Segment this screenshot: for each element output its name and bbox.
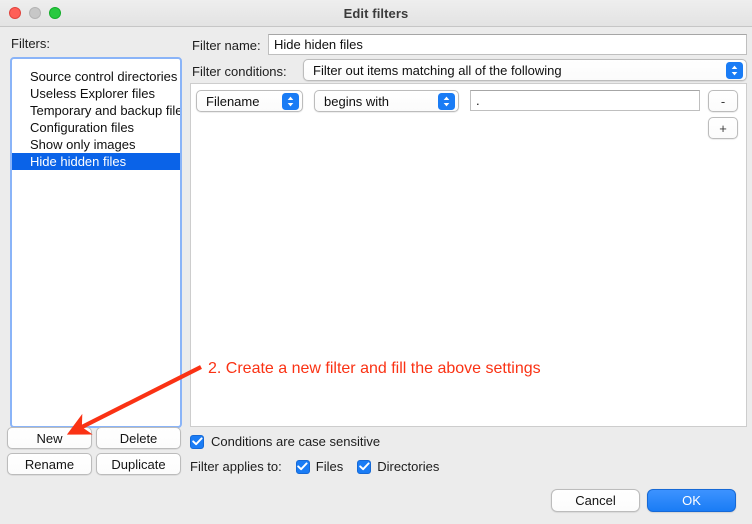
annotation-text: 2. Create a new filter and fill the abov… [208,360,541,377]
new-filter-button[interactable]: New [7,427,92,449]
filter-conditions-select[interactable]: Filter out items matching all of the fol… [303,59,747,81]
filter-conditions-label: Filter conditions: [192,64,287,79]
applies-to-row: Filter applies to: Files Directories [190,459,439,474]
applies-to-files[interactable]: Files [295,459,344,474]
edit-filters-dialog: Edit filters Filters: Source control dir… [0,0,752,524]
directories-checkbox[interactable] [357,459,372,474]
delete-filter-button[interactable]: Delete [96,427,181,449]
list-item[interactable]: Temporary and backup files [12,102,180,119]
title-bar: Edit filters [0,0,752,27]
condition-operator-value: begins with [324,93,390,109]
list-item[interactable]: Show only images [12,136,180,153]
ok-button[interactable]: OK [647,489,736,512]
add-condition-button[interactable]: + [708,117,738,139]
chevron-updown-icon [438,93,455,110]
rename-filter-button[interactable]: Rename [7,453,92,475]
files-checkbox[interactable] [295,459,310,474]
case-sensitive-row[interactable]: Conditions are case sensitive [190,434,380,449]
condition-value-input[interactable]: . [470,90,700,111]
condition-operator-select[interactable]: begins with [314,90,459,112]
filter-conditions-value: Filter out items matching all of the fol… [313,62,562,78]
filter-name-label: Filter name: [192,38,261,53]
files-label: Files [315,459,344,474]
directories-label: Directories [377,459,440,474]
condition-field-value: Filename [206,93,260,109]
applies-to-label: Filter applies to: [190,459,282,474]
list-item[interactable]: Useless Explorer files [12,85,180,102]
list-item-selected[interactable]: Hide hidden files [12,153,180,170]
window-title: Edit filters [343,6,409,21]
chevron-updown-icon [282,93,299,110]
case-sensitive-checkbox[interactable] [190,434,204,449]
remove-condition-button[interactable]: - [708,90,738,112]
list-item[interactable]: Source control directories [12,68,180,85]
duplicate-filter-button[interactable]: Duplicate [96,453,181,475]
applies-to-directories[interactable]: Directories [357,459,439,474]
filters-label: Filters: [11,36,50,51]
case-sensitive-label: Conditions are case sensitive [211,434,381,449]
filters-list[interactable]: Source control directories Useless Explo… [10,57,182,428]
filter-name-input[interactable]: Hide hiden files [268,34,747,55]
condition-field-select[interactable]: Filename [196,90,303,112]
list-item[interactable]: Configuration files [12,119,180,136]
cancel-button[interactable]: Cancel [551,489,640,512]
chevron-updown-icon [726,62,743,79]
